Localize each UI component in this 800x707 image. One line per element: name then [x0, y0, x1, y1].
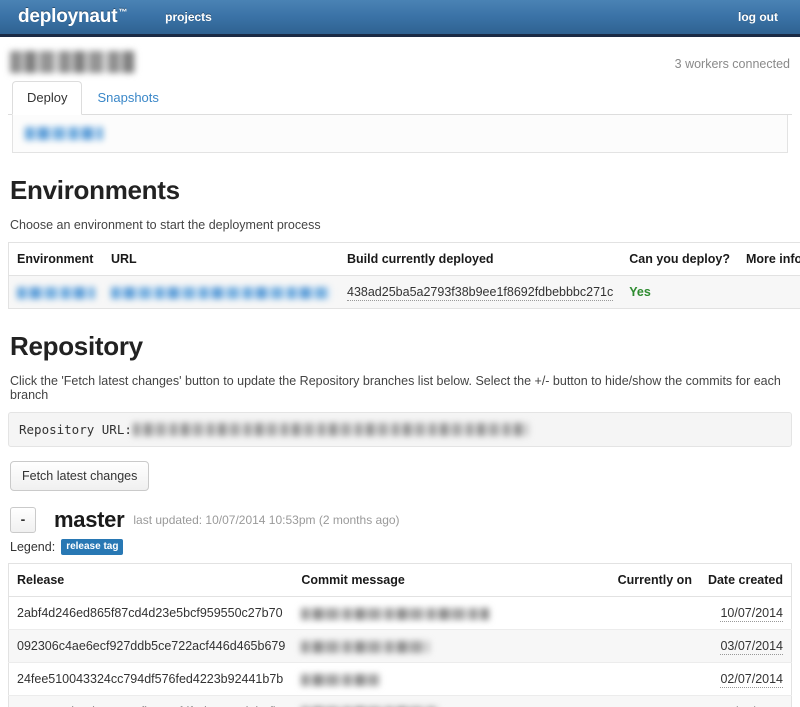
date-created-cell[interactable]: 10/07/2014 [699, 596, 792, 631]
brand-logo[interactable]: deploynaut™ [18, 6, 127, 28]
tab-snapshots[interactable]: Snapshots [82, 81, 173, 115]
legend-label: Legend: [10, 540, 56, 555]
branch-toggle-button[interactable]: - [10, 507, 36, 534]
build-sha: 438ad25ba5a2793f38b9ee1f8692fdbebbbc271c [347, 284, 614, 301]
environment-url-cell[interactable] [103, 275, 339, 308]
table-row: 438ad25ba5a2793f38b9ee1f8692fdbebbbc271c… [8, 275, 800, 309]
col-build-deployed: Build currently deployed [339, 242, 622, 276]
environment-more-info-cell [738, 275, 800, 308]
date-created-value: 02/07/2014 [720, 672, 783, 689]
environment-can-deploy-cell: Yes [621, 275, 738, 308]
tab-bar: Deploy Snapshots [8, 81, 792, 115]
date-created-cell[interactable]: 02/07/2014 [699, 662, 792, 697]
date-created-cell[interactable]: 03/07/2014 [699, 629, 792, 664]
repository-heading: Repository [10, 330, 143, 361]
repository-description: Click the 'Fetch latest changes' button … [10, 373, 781, 402]
deploy-panel-link-redacted[interactable] [25, 127, 103, 141]
environments-header-row: Environment URL Build currently deployed… [8, 242, 800, 276]
currently-on-cell [610, 696, 700, 707]
environments-heading: Environments [10, 174, 180, 205]
release-sha-cell: 092306c4ae6ecf927ddb5ce722acf446d465b679 [8, 629, 294, 664]
commit-message-redacted [301, 674, 380, 687]
commit-message-cell [293, 662, 610, 697]
tab-panel-deploy [12, 114, 788, 153]
branch-header-master: - master last updated: 10/07/2014 10:53p… [8, 507, 792, 534]
col-url: URL [103, 242, 339, 276]
release-sha-cell: 24fee510043324cc794df576fed4223b92441b7b [8, 662, 294, 697]
currently-on-cell [609, 629, 700, 664]
branch-name: master [54, 507, 125, 533]
can-deploy-value: Yes [629, 284, 651, 299]
environments-table: Environment URL Build currently deployed… [8, 241, 800, 309]
nav-links: projects [157, 6, 220, 28]
table-row: 2abf4d246ed865f87cd4d23e5bcf959550c27b70… [8, 596, 792, 631]
col-environment: Environment [8, 242, 103, 276]
table-row: 092306c4ae6ecf927ddb5ce722acf446d465b679… [8, 629, 792, 664]
currently-on-cell [609, 662, 700, 697]
fetch-button-wrap: Fetch latest changes [8, 460, 792, 492]
repository-url-label: Repository URL: [19, 421, 132, 437]
environments-description: Choose an environment to start the deplo… [10, 217, 321, 232]
table-row: c2e79c05b36bee67e3fb7729fdf1d89e8ed5b0fb… [8, 695, 792, 707]
environment-name-redacted [17, 286, 95, 299]
col-currently-on: Currently on [609, 563, 700, 598]
releases-header-row: Release Commit message Currently on Date… [8, 563, 792, 598]
legend: Legend: release tag [10, 539, 792, 556]
col-date-created: Date created [699, 563, 792, 598]
col-release: Release [8, 563, 294, 598]
releases-table: Release Commit message Currently on Date… [8, 563, 792, 707]
release-sha-cell: c2e79c05b36bee67e3fb7729fdf1d89e8ed5b0fb [9, 696, 294, 707]
commit-message-cell [293, 629, 610, 664]
tab-deploy[interactable]: Deploy [12, 81, 83, 115]
environment-url-redacted [111, 286, 331, 299]
branch-last-updated: last updated: 10/07/2014 10:53pm (2 mont… [133, 512, 400, 527]
repository-url-box: Repository URL: [8, 411, 792, 447]
fetch-latest-changes-button[interactable]: Fetch latest changes [10, 460, 150, 492]
environment-name-cell[interactable] [9, 275, 104, 308]
nav-link-projects[interactable]: projects [157, 6, 220, 28]
commit-message-cell [293, 596, 610, 631]
col-can-you-deploy: Can you deploy? [621, 242, 738, 276]
release-sha-cell: 2abf4d246ed865f87cd4d23e5bcf959550c27b70 [8, 596, 294, 631]
trademark-symbol: ™ [118, 6, 128, 17]
currently-on-cell [609, 596, 700, 631]
project-header: 3 workers connected [8, 37, 792, 77]
date-created-value: 10/07/2014 [720, 606, 783, 623]
workers-connected-status: 3 workers connected [674, 57, 790, 71]
commit-message-redacted [301, 608, 490, 621]
top-navbar: deploynaut™ projects log out [0, 0, 800, 37]
date-created-value: 03/07/2014 [720, 639, 783, 656]
project-title-redacted [10, 51, 135, 73]
commit-message-cell [293, 696, 609, 707]
brand-name: deploynaut [18, 6, 118, 27]
col-commit-message: Commit message [293, 563, 610, 598]
date-created-cell[interactable]: 27/06/2014 [700, 696, 792, 707]
environment-build-cell[interactable]: 438ad25ba5a2793f38b9ee1f8692fdbebbbc271c [339, 275, 621, 308]
repository-url-redacted [132, 422, 528, 436]
col-more-info: More info [737, 242, 800, 276]
release-tag-badge: release tag [61, 539, 124, 556]
page-wrap: 3 workers connected Deploy Snapshots Env… [0, 37, 800, 707]
nav-link-logout[interactable]: log out [730, 6, 786, 28]
nav-right: log out [730, 6, 786, 28]
table-row: 24fee510043324cc794df576fed4223b92441b7b… [8, 662, 792, 697]
commit-message-redacted [301, 641, 430, 654]
